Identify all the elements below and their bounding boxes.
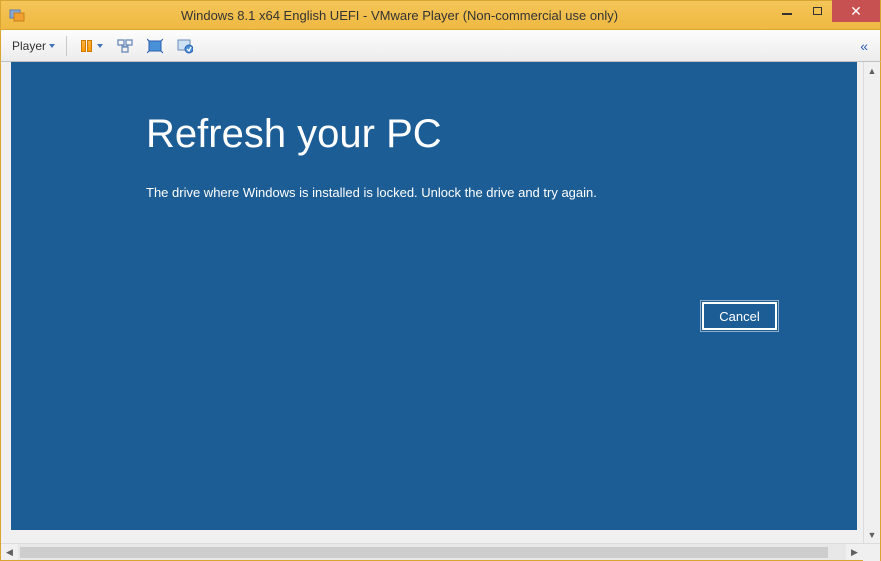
scroll-right-icon[interactable]: ▶ [846, 544, 863, 560]
toolbar-separator [66, 36, 67, 56]
window-title: Windows 8.1 x64 English UEFI - VMware Pl… [27, 8, 772, 23]
scrollbar-track[interactable] [18, 544, 846, 560]
dropdown-arrow-icon [49, 44, 55, 48]
scroll-left-icon[interactable]: ◀ [1, 544, 18, 560]
cancel-button[interactable]: Cancel [702, 302, 777, 330]
pause-icon [78, 38, 94, 54]
toolbar: Player [0, 30, 881, 62]
content-area: Refresh your PC The drive where Windows … [0, 62, 881, 561]
vm-viewport: Refresh your PC The drive where Windows … [1, 62, 880, 543]
window-titlebar: Windows 8.1 x64 English UEFI - VMware Pl… [0, 0, 881, 30]
scrollbar-corner [863, 544, 880, 561]
horizontal-scrollbar[interactable]: ◀ ▶ [1, 543, 880, 560]
cancel-button-label: Cancel [719, 309, 759, 324]
collapse-icon: « [860, 38, 868, 54]
player-menu-button[interactable]: Player [5, 34, 62, 58]
page-title: Refresh your PC [146, 112, 857, 157]
minimize-button[interactable] [772, 0, 802, 22]
scrollbar-thumb[interactable] [20, 547, 828, 558]
pause-button[interactable] [71, 34, 110, 58]
dropdown-arrow-icon [97, 44, 103, 48]
send-ctrl-alt-del-button[interactable] [110, 34, 140, 58]
collapse-toolbar-button[interactable]: « [852, 38, 876, 54]
scroll-down-icon[interactable]: ▼ [864, 526, 880, 543]
player-menu-label: Player [12, 39, 46, 53]
app-icon [7, 5, 27, 25]
fullscreen-button[interactable] [140, 34, 170, 58]
scroll-up-icon[interactable]: ▲ [864, 62, 880, 79]
maximize-button[interactable] [802, 0, 832, 22]
window-controls: ✕ [772, 0, 880, 22]
refresh-dialog: Refresh your PC The drive where Windows … [11, 62, 857, 200]
unity-icon [177, 38, 193, 54]
unity-mode-button[interactable] [170, 34, 200, 58]
fullscreen-icon [147, 38, 163, 54]
close-button[interactable]: ✕ [832, 0, 880, 22]
vertical-scrollbar[interactable]: ▲ ▼ [863, 62, 880, 543]
keyboard-icon [117, 38, 133, 54]
vm-screen[interactable]: Refresh your PC The drive where Windows … [11, 62, 857, 530]
error-message: The drive where Windows is installed is … [146, 185, 857, 200]
